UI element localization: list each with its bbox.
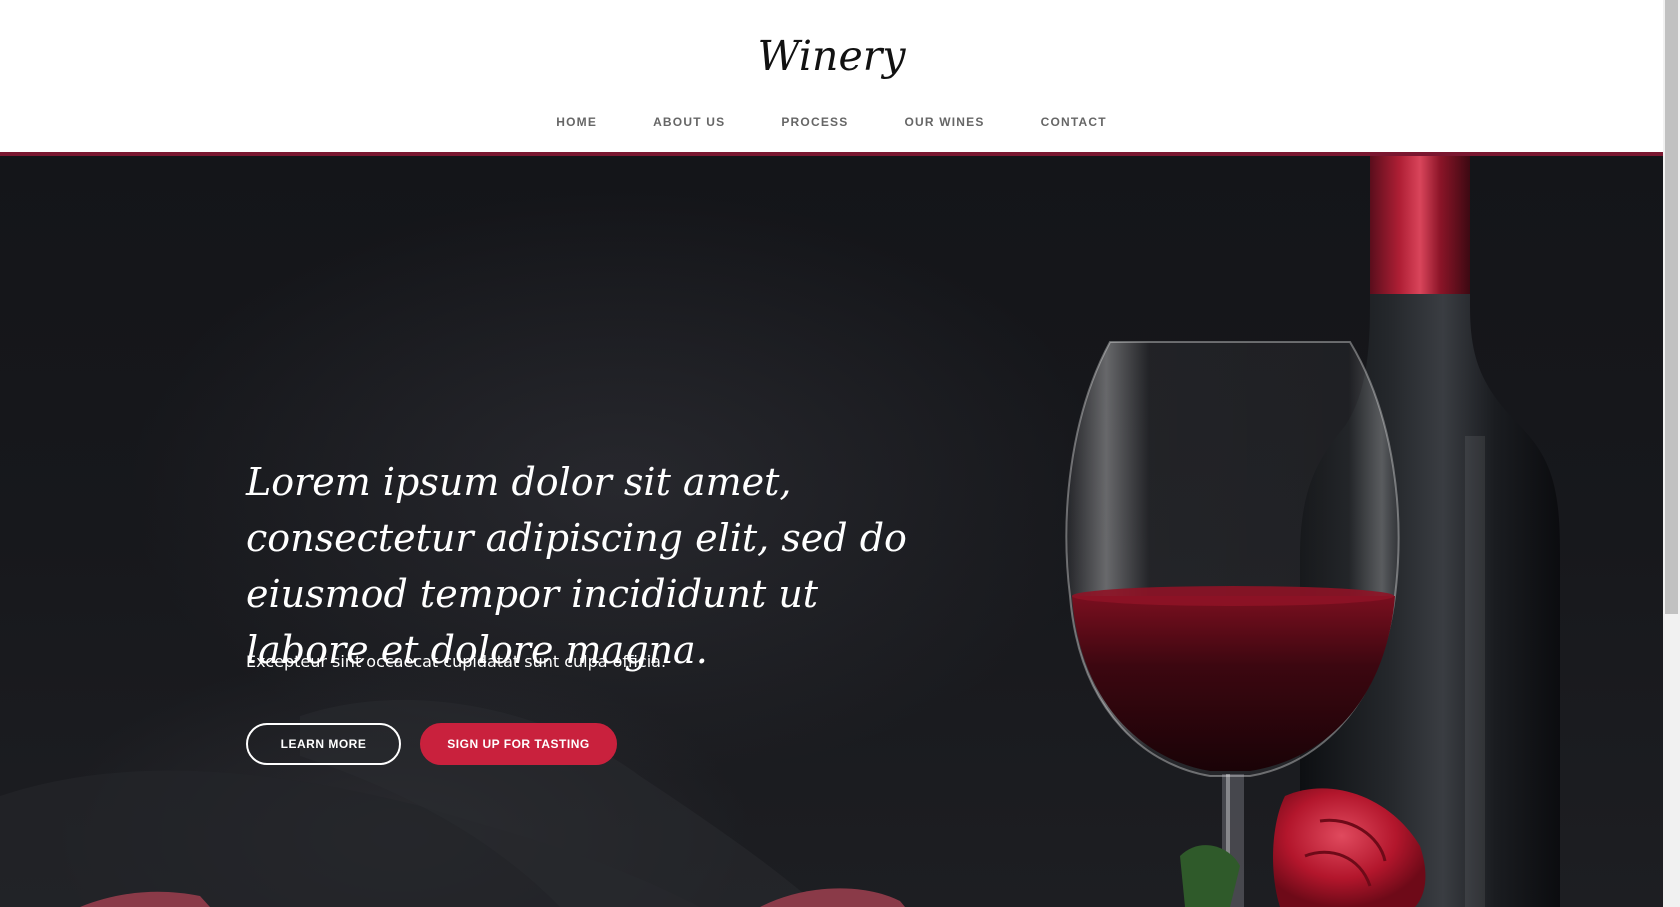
nav-item-home[interactable]: HOME: [556, 112, 597, 132]
scrollbar-thumb[interactable]: [1665, 0, 1678, 614]
main-viewport: Winery HOME ABOUT US PROCESS OUR WINES C…: [0, 0, 1663, 907]
main-nav: HOME ABOUT US PROCESS OUR WINES CONTACT: [0, 112, 1663, 132]
nav-item-contact[interactable]: CONTACT: [1041, 112, 1107, 132]
nav-item-about-us[interactable]: ABOUT US: [653, 112, 725, 132]
nav-item-our-wines[interactable]: OUR WINES: [904, 112, 984, 132]
sign-up-for-tasting-button[interactable]: SIGN UP FOR TASTING: [420, 723, 617, 765]
site-header: Winery HOME ABOUT US PROCESS OUR WINES C…: [0, 0, 1663, 152]
hero-subtext: Excepteur sint occaecat cupidatat sunt c…: [246, 652, 667, 671]
learn-more-button[interactable]: LEARN MORE: [246, 723, 401, 765]
hero-heading: Lorem ipsum dolor sit amet, consectetur …: [246, 460, 907, 672]
page: Winery HOME ABOUT US PROCESS OUR WINES C…: [0, 0, 1680, 907]
vertical-scrollbar[interactable]: [1663, 0, 1680, 907]
hero-section: Lorem ipsum dolor sit amet, consectetur …: [0, 156, 1663, 907]
nav-item-process[interactable]: PROCESS: [781, 112, 848, 132]
site-logo[interactable]: Winery: [0, 26, 1663, 86]
